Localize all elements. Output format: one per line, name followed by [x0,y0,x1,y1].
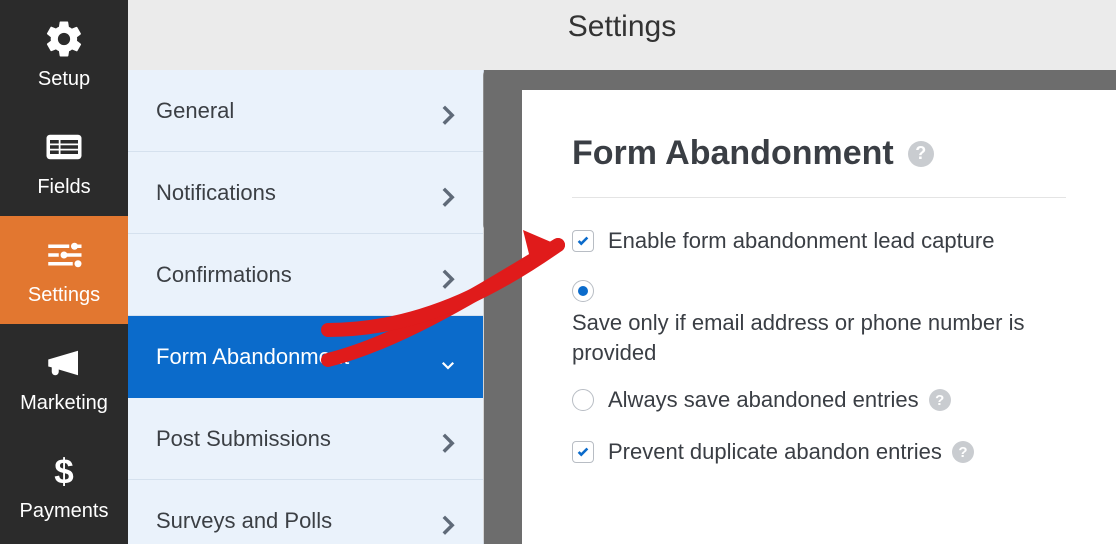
chevron-right-icon [441,268,455,282]
radio-save-if-label: Save only if email address or phone numb… [572,308,1066,367]
chevron-right-icon [441,104,455,118]
submenu-item-confirmations[interactable]: Confirmations [128,234,483,316]
submenu-item-post-submissions[interactable]: Post Submissions [128,398,483,480]
submenu-item-notifications[interactable]: Notifications [128,152,483,234]
help-icon[interactable]: ? [929,389,951,411]
prevent-dup-row: Prevent duplicate abandon entries ? [572,439,1066,465]
radio-save-if: Save only if email address or phone numb… [572,280,1066,367]
help-icon[interactable]: ? [908,141,934,167]
page-title: Settings [568,10,676,44]
iconbar-label: Settings [28,284,100,307]
content-wrap: Form Abandonment ? Enable form abandonme… [484,70,1116,544]
iconbar-label: Setup [38,68,90,91]
iconbar-item-setup[interactable]: Setup [0,0,128,108]
gear-icon [43,18,85,60]
submenu-label: Post Submissions [156,426,331,452]
chevron-down-icon [441,350,455,364]
radio-always: Always save abandoned entries ? [572,387,1066,413]
radio-always-input[interactable] [572,389,594,411]
iconbar-item-fields[interactable]: Fields [0,108,128,216]
iconbar-label: Fields [37,176,90,199]
submenu-item-surveys[interactable]: Surveys and Polls [128,480,483,544]
enable-row: Enable form abandonment lead capture [572,228,1066,254]
iconbar-item-settings[interactable]: Settings [0,216,128,324]
submenu-label: Confirmations [156,262,292,288]
sliders-icon [43,234,85,276]
submenu-label: Surveys and Polls [156,508,332,534]
panel-heading: Form Abandonment ? [572,134,1066,173]
divider [572,197,1066,198]
iconbar-label: Marketing [20,392,108,415]
submenu-item-general[interactable]: General [128,70,483,152]
enable-checkbox[interactable] [572,230,594,252]
chevron-right-icon [441,514,455,528]
prevent-dup-checkbox[interactable] [572,441,594,463]
iconbar-item-payments[interactable]: $ Payments [0,432,128,540]
radio-save-if-input[interactable] [572,280,594,302]
submenu-label: Notifications [156,180,276,206]
enable-label: Enable form abandonment lead capture [608,228,994,254]
fields-icon [43,126,85,168]
svg-text:$: $ [54,452,73,491]
iconbar-item-marketing[interactable]: Marketing [0,324,128,432]
help-icon[interactable]: ? [952,441,974,463]
prevent-dup-label: Prevent duplicate abandon entries [608,439,942,465]
submenu-label: Form Abandonment [156,344,349,370]
chevron-right-icon [441,432,455,446]
settings-submenu: General Notifications Confirmations Form… [128,70,484,544]
megaphone-icon [43,342,85,384]
panel-heading-text: Form Abandonment [572,134,894,173]
iconbar: Setup Fields Settings Marketing $ Paymen… [0,0,128,544]
submenu-label: General [156,98,234,124]
submenu-item-form-abandonment[interactable]: Form Abandonment [128,316,483,398]
chevron-right-icon [441,186,455,200]
page-header: Settings [128,0,1116,70]
radio-always-label: Always save abandoned entries [608,387,919,413]
iconbar-label: Payments [20,500,109,523]
form-abandonment-panel: Form Abandonment ? Enable form abandonme… [522,90,1116,544]
dollar-icon: $ [43,450,85,492]
